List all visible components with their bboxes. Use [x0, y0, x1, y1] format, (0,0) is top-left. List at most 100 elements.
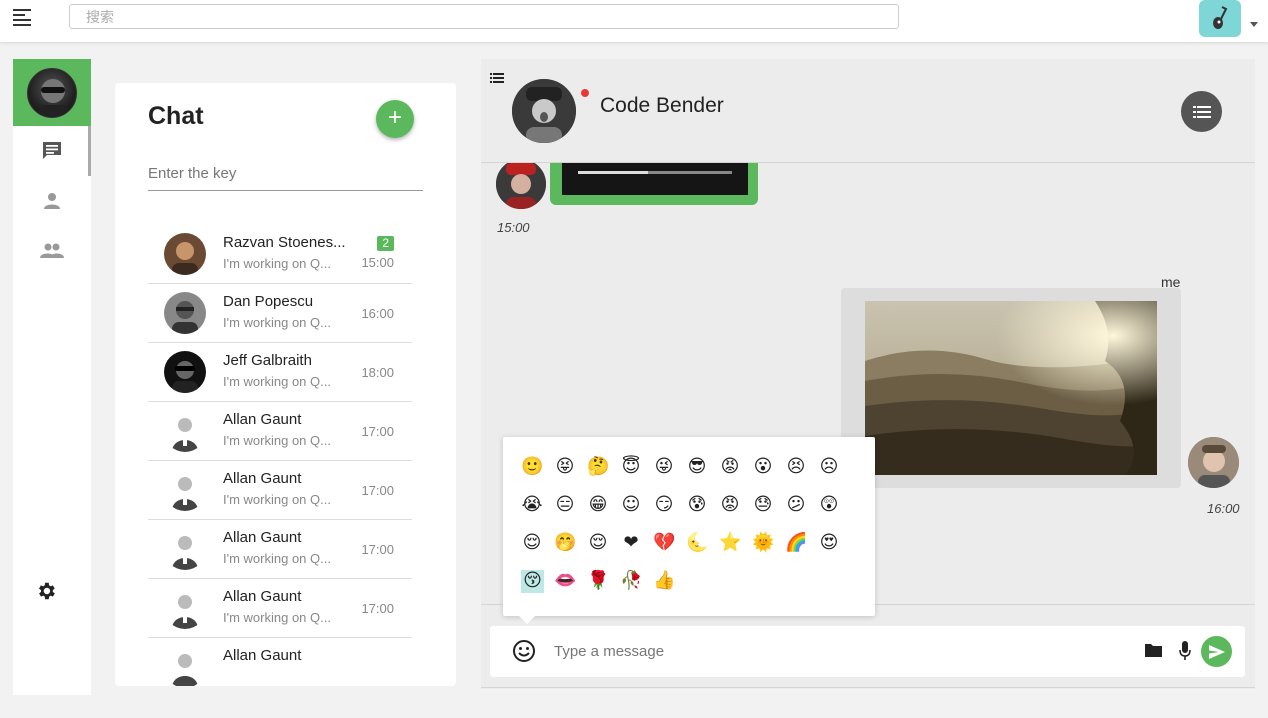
video-progress[interactable] [578, 171, 732, 174]
avatar [164, 351, 206, 393]
video-player[interactable] [562, 163, 748, 195]
peer-name: Code Bender [600, 94, 724, 117]
timestamp: 18:00 [361, 365, 394, 380]
landscape-image[interactable] [865, 301, 1157, 475]
contact-name: Razvan Stoenes... [223, 234, 346, 251]
microphone-icon[interactable] [1179, 641, 1191, 661]
top-bar [0, 0, 1268, 42]
contact-name: Allan Gaunt [223, 411, 302, 428]
avatar[interactable] [512, 79, 576, 143]
chat-icon [43, 142, 61, 159]
avatar [164, 587, 206, 629]
emoji-option[interactable]: 😕 [785, 494, 807, 516]
contact-name: Allan Gaunt [223, 588, 302, 605]
contact-name: Allan Gaunt [223, 529, 302, 546]
message-preview: I'm working on Q... [223, 374, 331, 389]
avatar [164, 469, 206, 511]
chat-list-panel: Chat + Razvan Stoenes... I'm working on … [115, 83, 456, 686]
emoji-picker: 🙂 😝 🤔 😇 😜 😎 😡 😮 😣 ☹ 😭 😑 😁 ☺ 😏 😰 😡 😓 😕 😲 😌 🤭 😌 ❤ 💔 🌜 ⭐ 🌞 🌈 😍 😚 👄 🌹 🥀 👍 [503, 437, 875, 624]
emoji-option[interactable]: 🌜 [686, 532, 708, 554]
emoji-option[interactable]: 😣 [785, 456, 807, 478]
emoji-option[interactable]: 😌 [521, 532, 543, 554]
unread-badge: 2 [377, 236, 394, 251]
emoji-option[interactable]: ☹ [818, 456, 840, 478]
guitar-icon [1213, 5, 1228, 29]
message-input[interactable] [554, 639, 1114, 664]
timestamp: 17:00 [361, 424, 394, 439]
emoji-icon[interactable] [512, 639, 536, 663]
timestamp: 15:00 [361, 255, 394, 270]
timestamp: 15:00 [497, 220, 530, 235]
emoji-option[interactable]: 🤭 [554, 532, 576, 554]
message-preview: I'm working on Q... [223, 315, 331, 330]
emoji-option[interactable]: 😭 [521, 494, 543, 516]
key-search-input[interactable] [148, 157, 423, 191]
emoji-option[interactable]: 😇 [620, 456, 642, 478]
sidebar-item-contacts[interactable] [13, 178, 91, 224]
emoji-option[interactable]: 😌 [587, 532, 609, 554]
emoji-option[interactable]: 😡 [719, 456, 741, 478]
emoji-option[interactable]: 😍 [818, 532, 840, 554]
add-chat-button[interactable]: + [376, 100, 414, 138]
emoji-option[interactable]: 🙂 [521, 456, 543, 478]
emoji-option[interactable]: 😓 [752, 494, 774, 516]
outgoing-message [841, 288, 1181, 488]
sidebar-item-groups[interactable] [13, 228, 91, 274]
emoji-option[interactable]: 😰 [686, 494, 708, 516]
emoji-option[interactable]: 😑 [554, 494, 576, 516]
page-title: Chat [148, 102, 204, 130]
emoji-option[interactable]: 🌞 [752, 532, 774, 554]
person-icon [44, 193, 60, 209]
avatar[interactable] [1199, 0, 1241, 37]
list-item[interactable]: Allan Gaunt I'm working on Q... 17:00 [148, 402, 412, 461]
contact-name: Dan Popescu [223, 293, 314, 310]
emoji-option[interactable]: 👍 [653, 570, 675, 592]
list-item[interactable]: Jeff Galbraith I'm working on Q... 18:00 [148, 343, 412, 402]
chevron-down-icon[interactable] [1250, 22, 1258, 27]
emoji-option[interactable]: 🥀 [620, 570, 642, 592]
list-item[interactable]: Allan Gaunt I'm working on Q... 17:00 [148, 461, 412, 520]
emoji-option[interactable]: 😮 [752, 456, 774, 478]
conversation-menu-button[interactable] [1181, 91, 1222, 132]
avatar [164, 410, 206, 452]
emoji-option[interactable]: 😝 [554, 456, 576, 478]
avatar [164, 528, 206, 570]
emoji-option[interactable]: 👄 [554, 570, 576, 592]
list-item[interactable]: Allan Gaunt I'm working on Q... 17:00 [148, 520, 412, 579]
list-item[interactable]: Razvan Stoenes... I'm working on Q... 2 … [148, 225, 412, 284]
emoji-option[interactable]: 😁 [587, 494, 609, 516]
contact-name: Jeff Galbraith [223, 352, 312, 369]
menu-icon[interactable] [13, 8, 33, 26]
timestamp: 17:00 [361, 542, 394, 557]
emoji-option[interactable]: 😲 [818, 494, 840, 516]
emoji-option[interactable]: 💔 [653, 532, 675, 554]
list-icon[interactable] [490, 73, 504, 83]
sidebar-item-chat[interactable] [13, 128, 91, 174]
folder-icon[interactable] [1145, 643, 1162, 657]
avatar [164, 233, 206, 275]
emoji-option[interactable]: 🌹 [587, 570, 609, 592]
list-item[interactable]: Dan Popescu I'm working on Q... 16:00 [148, 284, 412, 343]
list-item[interactable]: Allan Gaunt I'm working on Q... 17:00 [148, 579, 412, 638]
message-preview: I'm working on Q... [223, 492, 331, 507]
message-preview: I'm working on Q... [223, 433, 331, 448]
emoji-option[interactable]: ❤ [620, 532, 642, 554]
list-icon [1192, 105, 1211, 118]
timestamp: 17:00 [361, 601, 394, 616]
divider [481, 687, 1255, 688]
gear-icon[interactable] [35, 580, 57, 602]
emoji-option[interactable]: 😡 [719, 494, 741, 516]
emoji-option[interactable]: 😜 [653, 456, 675, 478]
emoji-option[interactable]: 🤔 [587, 456, 609, 478]
emoji-option[interactable]: ⭐ [719, 532, 741, 554]
emoji-option[interactable]: ☺ [620, 494, 642, 516]
emoji-option[interactable]: 😏 [653, 494, 675, 516]
emoji-option[interactable]: 🌈 [785, 532, 807, 554]
search-input[interactable] [69, 4, 899, 29]
list-item[interactable]: Allan Gaunt [148, 638, 412, 686]
timestamp: 17:00 [361, 483, 394, 498]
profile-header[interactable] [13, 59, 91, 126]
send-button[interactable] [1201, 636, 1232, 667]
emoji-option[interactable]: 😚 [521, 570, 544, 593]
emoji-option[interactable]: 😎 [686, 456, 708, 478]
